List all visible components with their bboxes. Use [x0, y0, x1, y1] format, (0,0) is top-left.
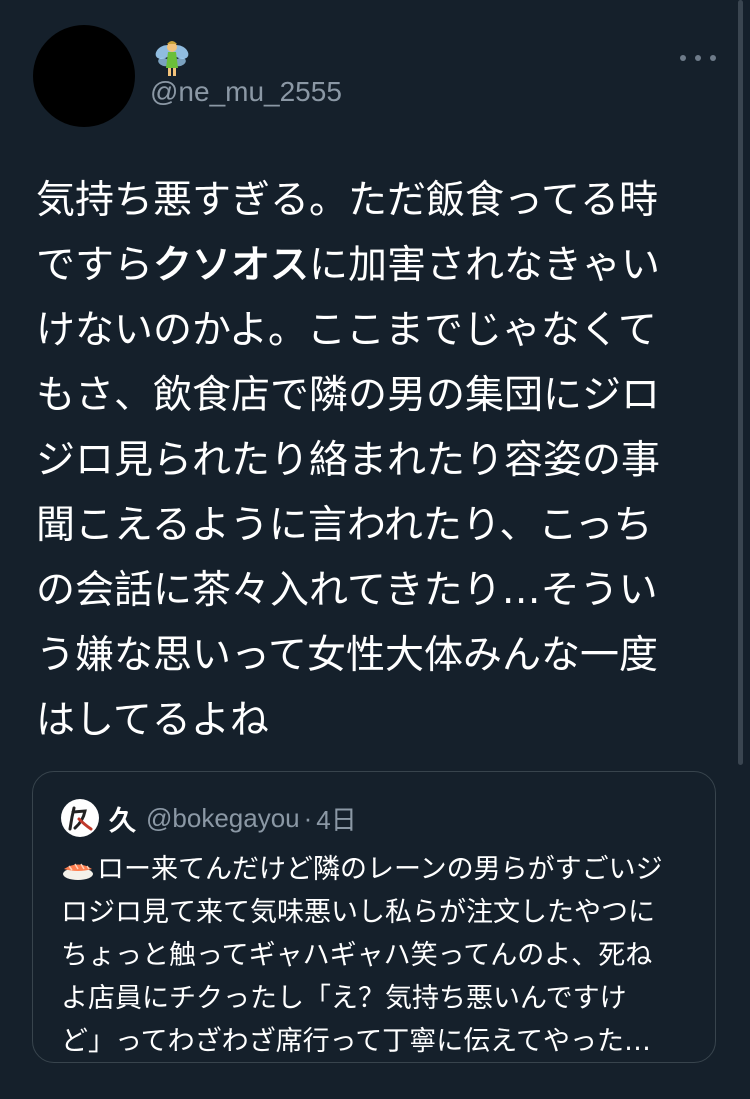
scrollbar[interactable] [738, 0, 743, 765]
tweet-line: ジロ見られたり絡まれたり容姿の事 [36, 438, 661, 483]
quoted-author-name[interactable]: 久 [109, 799, 136, 838]
quoted-avatar[interactable] [61, 799, 99, 837]
quoted-line: ちょっと触ってギャハギャハ笑ってんのよ、死ね [61, 940, 653, 971]
tweet-line: 気持ち悪すぎる。ただ飯食ってる時 [36, 178, 659, 223]
tweet-line: はしてるよね [36, 698, 269, 743]
tweet-line: う嫌な思いって女性大体みんな一度 [36, 633, 659, 678]
fairy-emoji-icon [152, 38, 192, 78]
quoted-line: ロジロ見て来て気味悪いし私らが注文したやつに [61, 897, 655, 928]
tweet-line: ですらクソオスに加害されなきゃい [36, 243, 661, 288]
quoted-line: よ店員にチクったし「え？気持ち悪いんですけ [61, 983, 627, 1014]
more-options-button[interactable] [680, 46, 716, 70]
author-handle[interactable]: @ne_mu_2555 [150, 76, 342, 108]
quoted-line: ロー来てんだけど隣のレーンの男らがすごいジ [61, 848, 701, 891]
separator-dot: · [303, 802, 313, 833]
tweet-text: 気持ち悪すぎる。ただ飯食ってる時 ですらクソオスに加害されなきゃい けないのかよ… [36, 168, 716, 753]
sushi-icon [63, 863, 93, 880]
quoted-author-handle[interactable]: @bokegayou [146, 803, 300, 834]
tweet-line: けないのかよ。ここまでじゃなくて [36, 308, 657, 353]
tweet-line: 聞こえるように言われたり、こっち [36, 503, 653, 548]
quoted-timestamp[interactable]: 4日 [316, 800, 356, 837]
tweet-line: もさ、飲食店で隣の男の集団にジロ [36, 373, 661, 418]
quoted-tweet-card[interactable]: 久 @bokegayou · 4日 ロー来てんだけど隣のレーンの男らがすごいジ … [32, 771, 716, 1063]
ku-character-icon [68, 806, 93, 831]
quoted-tweet-text: ロー来てんだけど隣のレーンの男らがすごいジ ロジロ見て来て気味悪いし私らが注文し… [61, 848, 701, 1063]
bold-text: クソオス [153, 243, 310, 288]
quoted-line: ど」ってわざわざ席行って丁寧に伝えてやった… [61, 1026, 651, 1057]
tweet-line: の会話に茶々入れてきたり…そうい [36, 568, 658, 613]
avatar[interactable] [33, 25, 135, 127]
more-horizontal-icon [680, 55, 686, 61]
quoted-tweet-header: 久 @bokegayou · 4日 [61, 798, 357, 838]
